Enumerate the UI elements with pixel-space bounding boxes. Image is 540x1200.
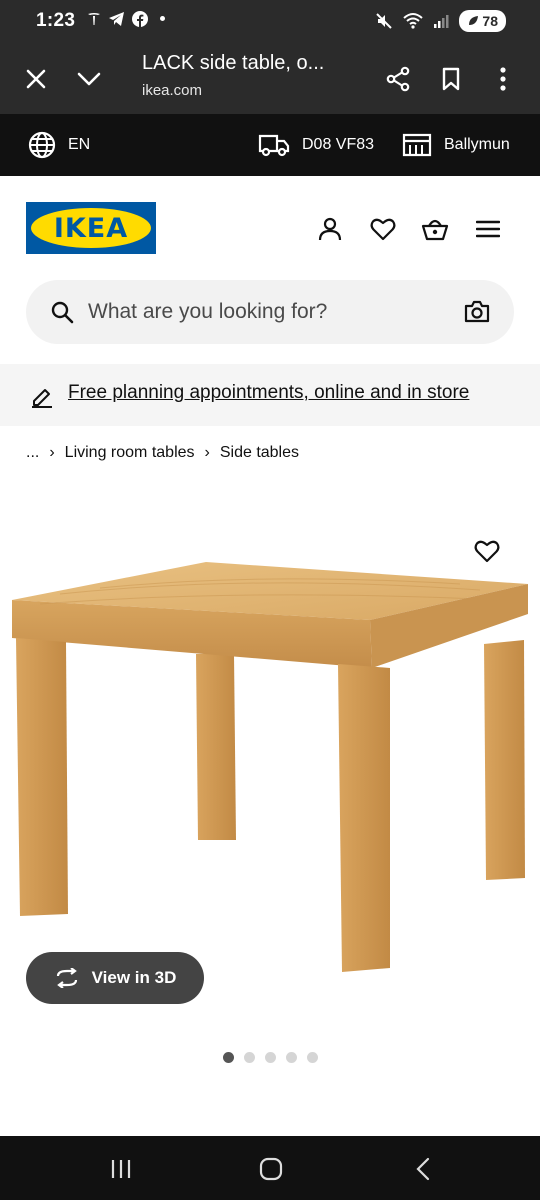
pagination-dot[interactable]: [285, 1052, 297, 1063]
delivery-postcode[interactable]: D08 VF83: [258, 130, 374, 160]
system-navigation-bar: [0, 1136, 540, 1200]
leaf-icon: [469, 16, 479, 25]
collapse-button[interactable]: [71, 61, 107, 97]
image-pagination: [0, 1052, 540, 1063]
breadcrumb: ... › Living room tables › Side tables: [26, 444, 299, 462]
rotate-3d-icon: [56, 968, 77, 988]
home-button[interactable]: [256, 1154, 286, 1184]
pagination-dot[interactable]: [222, 1052, 234, 1063]
browser-toolbar: LACK side table, o... ikea.com: [0, 44, 540, 114]
location-bar: EN D08 VF83 Ballymun: [0, 114, 540, 176]
share-icon: [386, 66, 410, 92]
table-leg-back: [196, 654, 236, 840]
language-label: EN: [68, 136, 91, 153]
store-icon: [402, 133, 432, 157]
pagination-dot[interactable]: [306, 1052, 318, 1063]
battery-level: 78: [482, 13, 498, 29]
promo-banner[interactable]: Free planning appointments, online and i…: [0, 364, 540, 426]
more-options-button[interactable]: [485, 61, 521, 97]
language-selector[interactable]: EN: [28, 130, 90, 160]
product-gallery: View in 3D: [0, 484, 540, 1096]
home-icon: [259, 1157, 283, 1181]
table-leg-front-left: [16, 638, 68, 916]
back-button[interactable]: [408, 1154, 438, 1184]
pagination-dot[interactable]: [264, 1052, 276, 1063]
wifi-icon: [403, 13, 424, 29]
back-icon: [416, 1157, 430, 1181]
hamburger-menu-icon: [476, 220, 500, 238]
mute-icon: [376, 13, 393, 29]
close-tab-button[interactable]: [18, 61, 54, 97]
visual-search-button[interactable]: [464, 300, 490, 329]
table-leg-front-right: [338, 664, 390, 972]
status-bar: 1:23 78: [0, 0, 540, 44]
chevron-right-icon: ›: [49, 444, 55, 461]
system-icons: 78: [375, 10, 506, 32]
breadcrumb-ellipsis[interactable]: ...: [26, 444, 39, 462]
breadcrumb-side-tables[interactable]: Side tables: [220, 444, 299, 462]
user-icon: [318, 217, 342, 241]
search-bar: [26, 280, 514, 344]
ikea-logo[interactable]: IKEA: [26, 202, 156, 254]
camera-icon: [464, 300, 490, 323]
more-vertical-icon: [500, 67, 506, 91]
signal-icon: [434, 15, 449, 28]
postcode-label: D08 VF83: [302, 136, 375, 153]
logo-text: IKEA: [31, 208, 151, 248]
close-icon: [26, 69, 46, 89]
site-header: IKEA: [0, 176, 540, 276]
view-in-3d-button[interactable]: View in 3D: [26, 952, 204, 1004]
table-leg-right: [484, 640, 525, 880]
search-input[interactable]: [88, 280, 448, 344]
share-button[interactable]: [380, 61, 416, 97]
basket-button[interactable]: [420, 214, 450, 244]
bookmark-button[interactable]: [433, 61, 469, 97]
recent-apps-icon: [111, 1160, 131, 1178]
recent-apps-button[interactable]: [106, 1154, 136, 1184]
page-url: ikea.com: [142, 82, 203, 99]
pencil-icon: [32, 389, 52, 408]
store-label: Ballymun: [444, 136, 510, 153]
facebook-icon: [132, 11, 148, 27]
battery-indicator: 78: [459, 10, 506, 32]
tesla-icon: [88, 13, 100, 25]
menu-button[interactable]: [473, 214, 503, 244]
pagination-dot[interactable]: [243, 1052, 255, 1063]
delivery-truck-icon: [258, 134, 290, 157]
status-time: 1:23: [36, 10, 76, 31]
bookmark-icon: [442, 67, 460, 91]
promo-link[interactable]: Free planning appointments, online and i…: [68, 382, 469, 404]
chevron-down-icon: [77, 72, 101, 86]
chevron-right-icon: ›: [204, 444, 210, 461]
breadcrumb-living-room-tables[interactable]: Living room tables: [65, 444, 195, 462]
heart-icon: [370, 218, 396, 241]
globe-icon: [28, 131, 56, 159]
favourites-button[interactable]: [368, 214, 398, 244]
search-icon: [51, 301, 74, 324]
account-button[interactable]: [315, 214, 345, 244]
basket-icon: [421, 219, 449, 241]
store-selector[interactable]: Ballymun: [402, 130, 510, 160]
telegram-icon: [109, 12, 124, 26]
view-in-3d-label: View in 3D: [91, 968, 177, 987]
more-notifications-dot: [160, 16, 165, 21]
page-title: LACK side table, o...: [142, 52, 325, 74]
product-image[interactable]: [0, 544, 540, 984]
